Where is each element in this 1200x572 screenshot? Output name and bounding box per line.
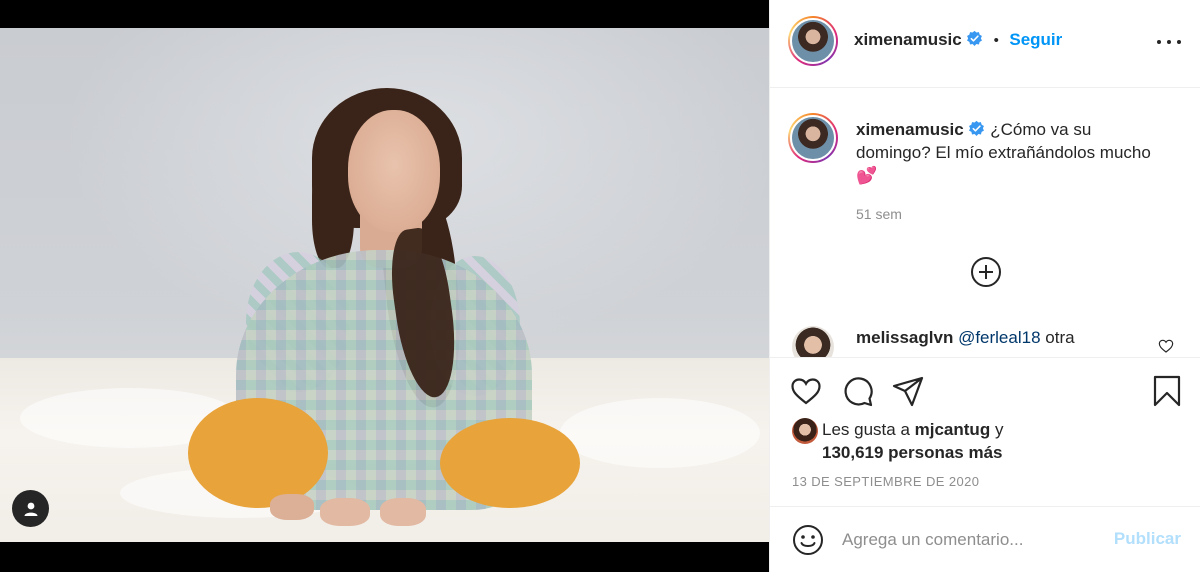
leg (440, 418, 580, 508)
likes-line-1: Les gusta a mjcantug y (822, 418, 1003, 441)
author-avatar[interactable] (788, 16, 838, 66)
follow-button[interactable]: Seguir (1009, 30, 1062, 49)
comment-body: otra (1045, 328, 1075, 347)
post-comment-button[interactable]: Publicar (1114, 529, 1181, 549)
comment-icon[interactable] (842, 375, 874, 407)
comment-item: melissaglvn @ferleal18 otra (792, 326, 1192, 357)
post-photo[interactable] (0, 28, 769, 542)
likes-prefix: Les gusta a (822, 420, 910, 439)
leg (188, 398, 328, 508)
hand (380, 498, 426, 526)
comment-text: melissaglvn @ferleal18 otra (856, 328, 1075, 348)
user-tag-icon (24, 502, 37, 516)
hand (320, 498, 370, 526)
comment-avatar[interactable] (792, 326, 834, 357)
comment-input[interactable] (842, 525, 1092, 555)
likes-count[interactable]: 130,619 personas más (822, 441, 1003, 464)
emoji-icon[interactable] (792, 524, 824, 556)
separator-dot: • (993, 32, 999, 49)
bookmark-icon[interactable] (1151, 375, 1183, 407)
verified-badge-icon (967, 30, 983, 46)
add-comment-bar: Publicar (770, 506, 1200, 572)
comment-mention[interactable]: @ferleal18 (958, 328, 1040, 347)
foot (270, 494, 314, 520)
caption: ximenamusic ¿Cómo va su domingo? El mío … (856, 118, 1156, 187)
caption-avatar[interactable] (788, 113, 838, 163)
caption-username[interactable]: ximenamusic (856, 120, 964, 139)
post-media[interactable] (0, 0, 769, 572)
verified-badge-icon (969, 120, 985, 136)
heart-icon[interactable] (790, 375, 822, 407)
post-date[interactable]: 13 DE SEPTIEMBRE DE 2020 (792, 474, 979, 489)
comments-section[interactable]: ximenamusic ¿Cómo va su domingo? El mío … (770, 88, 1200, 358)
post-side-panel: ximenamusic • Seguir ximenamusic ¿Cómo v… (769, 0, 1200, 572)
liker-username[interactable]: mjcantug (915, 420, 991, 439)
likes-summary: Les gusta a mjcantug y 130,619 personas … (792, 418, 1182, 468)
caption-timestamp[interactable]: 51 sem (856, 206, 902, 222)
header-user-line: ximenamusic • Seguir (854, 30, 1062, 50)
face (348, 110, 440, 232)
tagged-users-button[interactable] (12, 490, 49, 527)
caption-emoji: 💕 (856, 166, 878, 185)
plus-circle-icon[interactable] (970, 256, 1002, 288)
author-username[interactable]: ximenamusic (854, 30, 962, 49)
comment-heart-icon[interactable] (1158, 338, 1174, 354)
likes-conjunction: y (994, 420, 1004, 439)
action-bar (770, 360, 1200, 420)
send-icon[interactable] (892, 375, 924, 407)
more-options-icon[interactable] (1157, 33, 1181, 51)
liker-avatar[interactable] (792, 418, 818, 444)
bed-fold (560, 398, 760, 468)
post-header: ximenamusic • Seguir (770, 0, 1200, 88)
comment-username[interactable]: melissaglvn (856, 328, 953, 347)
